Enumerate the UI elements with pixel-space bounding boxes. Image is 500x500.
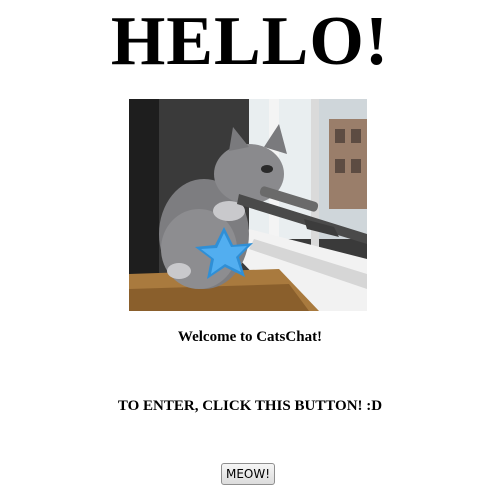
kitten-photo [129,99,367,311]
enter-instruction-text: TO ENTER, CLICK THIS BUTTON! :D [117,398,383,414]
welcome-text: Welcome to CatsChat! [177,329,323,345]
page-title: HELLO! [110,3,390,80]
enter-button[interactable]: MEOW! [221,463,275,485]
